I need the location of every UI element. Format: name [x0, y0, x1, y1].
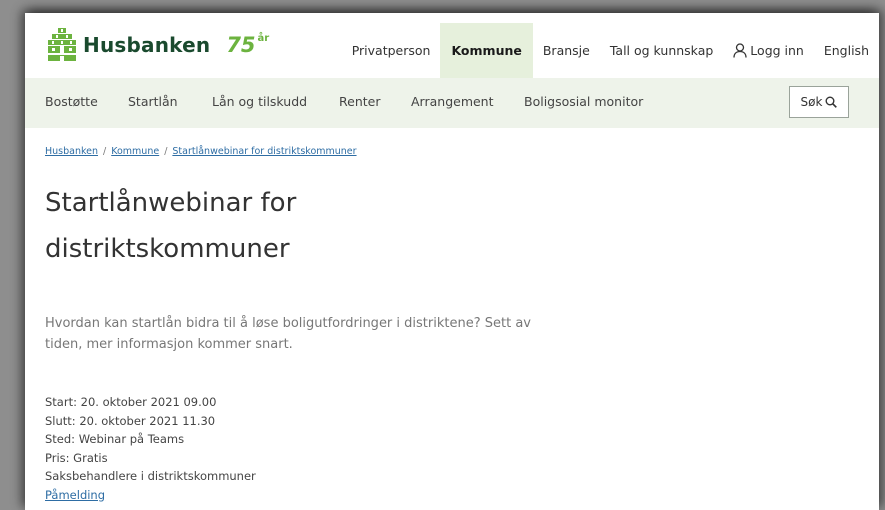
page-title: Startlånwebinar for distriktskommuner — [45, 180, 465, 272]
mainnav-startlan[interactable]: Startlån — [128, 94, 178, 109]
mainnav-arrangement[interactable]: Arrangement — [411, 94, 494, 109]
main-navigation: Bostøtte Startlån Lån og tilskudd Renter… — [25, 78, 879, 128]
topnav-label: Kommune — [451, 43, 522, 58]
topnav-bransje[interactable]: Bransje — [533, 23, 600, 78]
detail-start: Start: 20. oktober 2021 09.00 — [45, 395, 217, 409]
intro-line1: Hvordan kan startlån bidra til å løse bo… — [45, 316, 531, 331]
topnav-label: English — [823, 43, 869, 58]
event-details: Start: 20. oktober 2021 09.00 Slutt: 20.… — [45, 393, 256, 504]
login-link[interactable]: Logg inn — [723, 23, 814, 78]
search-button[interactable]: Søk — [789, 86, 849, 118]
topnav-label: Bransje — [542, 43, 590, 58]
language-english-link[interactable]: English — [814, 23, 879, 78]
topnav-tall-og-kunnskap[interactable]: Tall og kunnskap — [600, 23, 723, 78]
topnav-label: Tall og kunnskap — [609, 43, 714, 58]
mainnav-lan-og-tilskudd[interactable]: Lån og tilskudd — [212, 94, 307, 109]
mainnav-bostotte[interactable]: Bostøtte — [45, 94, 98, 109]
anniversary-number: 75 — [226, 33, 256, 57]
detail-location: Sted: Webinar på Teams — [45, 432, 185, 446]
signup-link[interactable]: Påmelding — [45, 488, 105, 502]
site-header: Husbanken 75 år Privatperson Kommune Bra… — [25, 13, 879, 78]
logo-text: Husbanken — [83, 33, 211, 57]
browser-page: Husbanken 75 år Privatperson Kommune Bra… — [25, 13, 879, 510]
top-navigation: Privatperson Kommune Bransje Tall og kun… — [342, 23, 879, 78]
topnav-privatperson[interactable]: Privatperson — [342, 23, 441, 78]
page-title-line2: distriktskommuner — [45, 234, 290, 264]
user-icon — [733, 43, 747, 58]
breadcrumb-separator: / — [164, 146, 168, 157]
page-title-line1: Startlånwebinar for — [45, 188, 297, 218]
topnav-kommune[interactable]: Kommune — [440, 23, 533, 78]
breadcrumb-husbanken[interactable]: Husbanken — [45, 146, 98, 157]
breadcrumb-kommune[interactable]: Kommune — [111, 146, 159, 157]
anniversary-suffix: år — [257, 32, 270, 44]
mainnav-boligsosial-monitor[interactable]: Boligsosial monitor — [524, 94, 643, 109]
login-label: Logg inn — [750, 43, 804, 58]
husbanken-logo[interactable]: Husbanken 75 år — [47, 25, 269, 65]
detail-end: Slutt: 20. oktober 2021 11.30 — [45, 413, 216, 428]
search-icon — [825, 96, 838, 108]
intro-line2: tiden, mer informasjon kommer snart. — [45, 337, 293, 352]
breadcrumb: Husbanken / Kommune / Startlånwebinar for di… — [45, 146, 357, 157]
intro-text: Hvordan kan startlån bidra til å løse bo… — [45, 313, 565, 355]
search-label: Søk — [800, 95, 823, 109]
mainnav-renter[interactable]: Renter — [339, 94, 380, 109]
breadcrumb-separator: / — [103, 146, 107, 157]
husbanken-logo-icon — [48, 28, 76, 61]
detail-audience: Saksbehandlere i distriktskommuner — [45, 469, 256, 483]
topnav-label: Privatperson — [351, 43, 431, 58]
breadcrumb-current-page[interactable]: Startlånwebinar for distriktskommuner — [172, 146, 356, 157]
detail-price: Pris: Gratis — [45, 450, 108, 465]
